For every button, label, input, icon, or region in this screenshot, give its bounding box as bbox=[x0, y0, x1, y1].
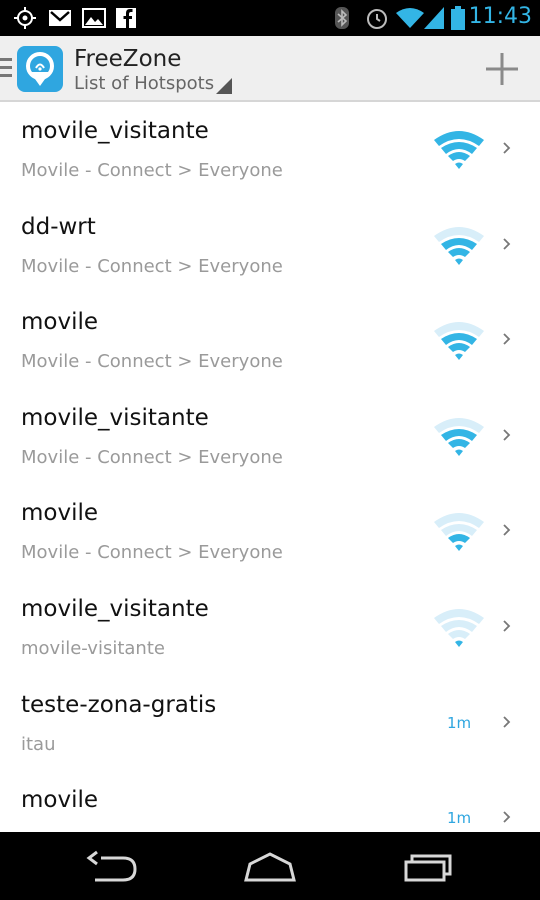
gmail-icon bbox=[49, 10, 71, 26]
add-hotspot-button[interactable] bbox=[484, 51, 520, 87]
signal-icon bbox=[424, 7, 444, 29]
hotspot-detail: movile-visitante bbox=[21, 637, 165, 659]
chevron-right-icon[interactable] bbox=[500, 616, 512, 636]
wifi-signal-icon bbox=[434, 131, 484, 169]
drawer-menu-icon[interactable] bbox=[0, 58, 12, 80]
hotspot-detail: Movile - Connect > Everyone bbox=[21, 255, 283, 277]
status-time: 11:43 bbox=[468, 4, 532, 29]
hotspot-name: movile_visitante bbox=[21, 595, 209, 622]
chevron-right-icon[interactable] bbox=[500, 712, 512, 732]
hotspot-row[interactable]: movile_visitante Movile - Connect > Every… bbox=[0, 389, 540, 485]
chevron-right-icon[interactable] bbox=[500, 425, 512, 445]
hotspot-row[interactable]: movile Movile - Connect > Everyone bbox=[0, 484, 540, 580]
chevron-right-icon[interactable] bbox=[500, 329, 512, 349]
status-bar: 11:43 bbox=[0, 0, 540, 36]
list-selector[interactable]: List of Hotspots bbox=[74, 73, 214, 94]
dropdown-caret-icon[interactable] bbox=[216, 78, 232, 94]
recent-apps-icon[interactable] bbox=[398, 850, 458, 884]
hotspot-name: movile bbox=[21, 309, 99, 336]
battery-icon bbox=[451, 6, 465, 30]
hotspot-detail: Movile - Connect > Everyone bbox=[21, 160, 283, 181]
bluetooth-icon bbox=[335, 7, 349, 29]
hotspot-distance: 1m bbox=[447, 713, 472, 732]
wifi-signal-icon bbox=[434, 608, 484, 647]
hotspot-row[interactable]: dd-wrt Movile - Connect > Everyone bbox=[0, 198, 540, 294]
wifi-signal-icon bbox=[434, 322, 484, 361]
facebook-icon bbox=[116, 8, 136, 28]
gallery-icon bbox=[82, 8, 106, 28]
hotspot-name: teste-zona-gratis bbox=[21, 691, 217, 718]
hotspot-detail: itau bbox=[21, 733, 56, 755]
hotspot-distance: 1m bbox=[447, 809, 472, 828]
hotspot-row[interactable]: movile_visitante Movile - Connect > Every… bbox=[0, 102, 540, 198]
app-title: FreeZone bbox=[74, 46, 182, 72]
wifi-signal-icon bbox=[434, 226, 484, 265]
hotspot-detail: Movile - Connect > Everyone bbox=[21, 446, 283, 468]
hotspot-name: movile bbox=[21, 787, 99, 814]
hotspot-detail: Movile - Connect > Everyone bbox=[21, 542, 283, 564]
hotspot-row[interactable]: movile_visitante movile-visitante bbox=[0, 580, 540, 676]
navigation-bar bbox=[0, 832, 540, 900]
wifi-status-icon bbox=[396, 8, 424, 28]
hotspot-row[interactable]: movile 1m bbox=[0, 771, 540, 832]
hotspot-list: movile_visitante Movile - Connect > Every… bbox=[0, 102, 540, 832]
wifi-signal-icon bbox=[434, 417, 484, 456]
chevron-right-icon[interactable] bbox=[500, 234, 512, 254]
action-bar: FreeZone List of Hotspots bbox=[0, 36, 540, 102]
app-logo-icon[interactable] bbox=[17, 46, 63, 92]
hotspot-name: dd-wrt bbox=[21, 213, 96, 240]
chevron-right-icon[interactable] bbox=[500, 138, 512, 158]
hotspot-row[interactable]: teste-zona-gratis itau 1m bbox=[0, 676, 540, 772]
chevron-right-icon[interactable] bbox=[500, 520, 512, 540]
wifi-signal-icon bbox=[434, 513, 484, 552]
alarm-icon bbox=[367, 9, 387, 29]
hotspot-name: movile_visitante bbox=[21, 118, 209, 144]
chevron-right-icon[interactable] bbox=[500, 807, 512, 827]
hotspot-name: movile bbox=[21, 500, 99, 527]
hotspot-row[interactable]: movile Movile - Connect > Everyone bbox=[0, 293, 540, 389]
home-icon[interactable] bbox=[240, 850, 300, 884]
hotspot-name: movile_visitante bbox=[21, 404, 209, 431]
hotspot-detail: Movile - Connect > Everyone bbox=[21, 351, 283, 373]
back-icon[interactable] bbox=[83, 850, 143, 884]
gps-icon bbox=[14, 7, 36, 29]
